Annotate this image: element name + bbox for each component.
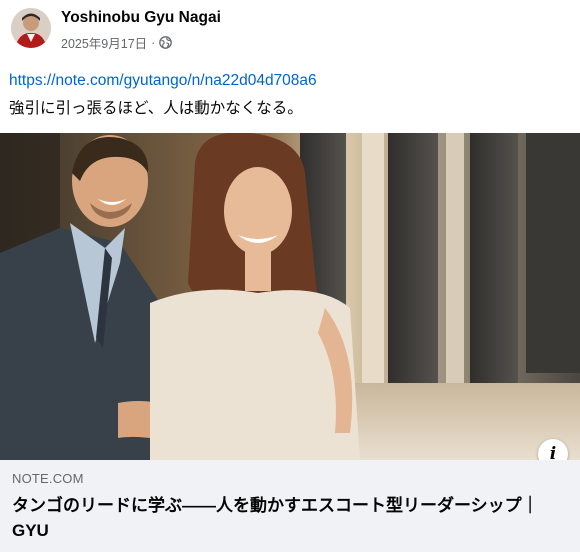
meta-separator: · <box>151 35 156 50</box>
link-card-footer[interactable]: NOTE.COM タンゴのリードに学ぶ――人を動かすエスコート型リーダーシップ｜… <box>0 460 580 552</box>
avatar-photo <box>11 8 51 48</box>
link-title[interactable]: タンゴのリードに学ぶ――人を動かすエスコート型リーダーシップ｜GYU <box>12 493 568 543</box>
globe-icon[interactable] <box>159 36 173 49</box>
post-caption: 強引に引っ張るほど、人は動かなくなる。 <box>9 100 303 117</box>
link-preview-image[interactable]: i <box>0 133 580 460</box>
avatar[interactable] <box>11 8 51 48</box>
link-domain: NOTE.COM <box>12 471 84 486</box>
post-date[interactable]: 2025年9月17日 <box>61 33 147 52</box>
hero-photo <box>0 133 580 460</box>
post-meta: 2025年9月17日 · <box>61 33 173 52</box>
author-name[interactable]: Yoshinobu Gyu Nagai <box>61 9 221 27</box>
post-link[interactable]: https://note.com/gyutango/n/na22d04d708a… <box>9 72 317 90</box>
post-header: Yoshinobu Gyu Nagai 2025年9月17日 · <box>0 0 580 62</box>
